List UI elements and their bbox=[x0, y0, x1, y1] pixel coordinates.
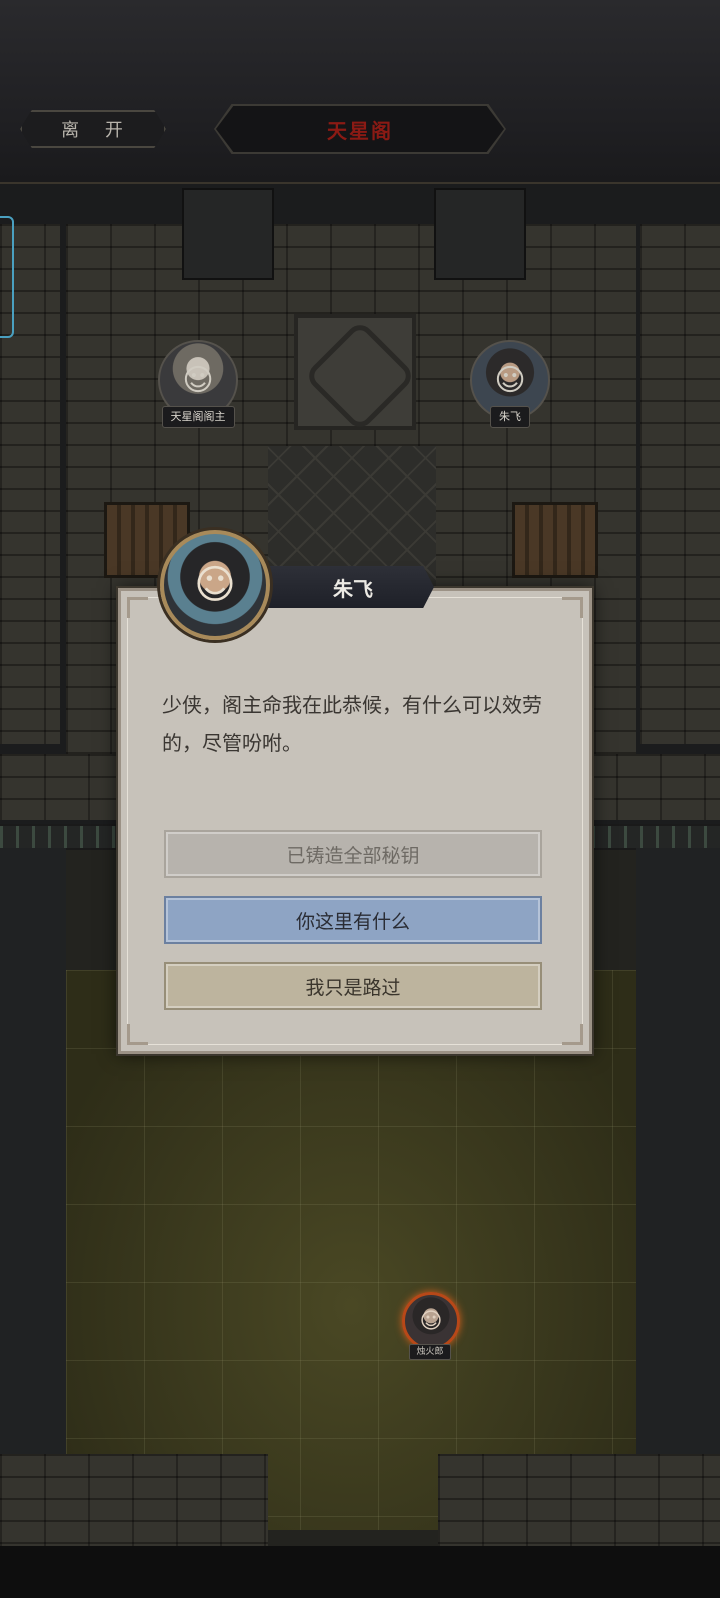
player-portrait-icon: ☺ bbox=[402, 1292, 460, 1350]
player-character[interactable]: ☺ 烛火郎 bbox=[402, 1292, 460, 1360]
leave-button-label: 离 开 bbox=[61, 120, 133, 141]
corner-ornament bbox=[127, 1024, 148, 1045]
option-what-do-you-have[interactable]: 你这里有什么 bbox=[164, 896, 542, 944]
bottom-bar bbox=[0, 1546, 720, 1598]
lower-right-wall bbox=[636, 848, 720, 1546]
option-label: 已铸造全部秘钥 bbox=[286, 844, 420, 867]
option-forged-all-keys[interactable]: 已铸造全部秘钥 bbox=[164, 830, 542, 878]
leave-button[interactable]: 离 开 bbox=[20, 110, 166, 148]
side-panel-edge[interactable] bbox=[0, 216, 14, 338]
npc-name-tag: 天星阁阁主 bbox=[161, 406, 235, 428]
location-title: 天星阁 bbox=[327, 118, 393, 143]
npc-zhu-fei[interactable]: ☺ 朱飞 bbox=[470, 340, 550, 428]
right-wall bbox=[640, 224, 720, 744]
grass-field bbox=[66, 970, 636, 1530]
player-name-tag: 烛火郎 bbox=[409, 1344, 451, 1360]
speaker-portrait-icon: ☺ bbox=[160, 530, 270, 640]
option-label: 你这里有什么 bbox=[295, 910, 410, 933]
speaker-name: 朱飞 bbox=[333, 576, 373, 601]
pillar-right bbox=[434, 188, 526, 280]
option-label: 我只是路过 bbox=[305, 976, 401, 999]
corner-ornament bbox=[127, 597, 148, 618]
npc-name-tag: 朱飞 bbox=[490, 406, 530, 428]
crate-right bbox=[512, 502, 598, 578]
top-bar: 离 开 天星阁 bbox=[0, 0, 720, 184]
speaker-name-plate: 朱飞 bbox=[254, 566, 434, 608]
bottom-wall-left bbox=[0, 1454, 268, 1546]
bottom-wall-right bbox=[438, 1454, 720, 1546]
location-title-plate: 天星阁 bbox=[216, 106, 504, 152]
lower-left-wall bbox=[0, 848, 66, 1546]
npc-tianxing-master[interactable]: ☺ 天星阁阁主 bbox=[158, 340, 238, 428]
carved-door bbox=[294, 314, 416, 430]
dialog-text: 少侠，阁主命我在此恭候，有什么可以效劳的，尽管吩咐。 bbox=[162, 693, 542, 755]
option-just-passing[interactable]: 我只是路过 bbox=[164, 962, 542, 1010]
corner-ornament bbox=[562, 597, 583, 618]
corner-ornament bbox=[562, 1024, 583, 1045]
pillar-left bbox=[182, 188, 274, 280]
